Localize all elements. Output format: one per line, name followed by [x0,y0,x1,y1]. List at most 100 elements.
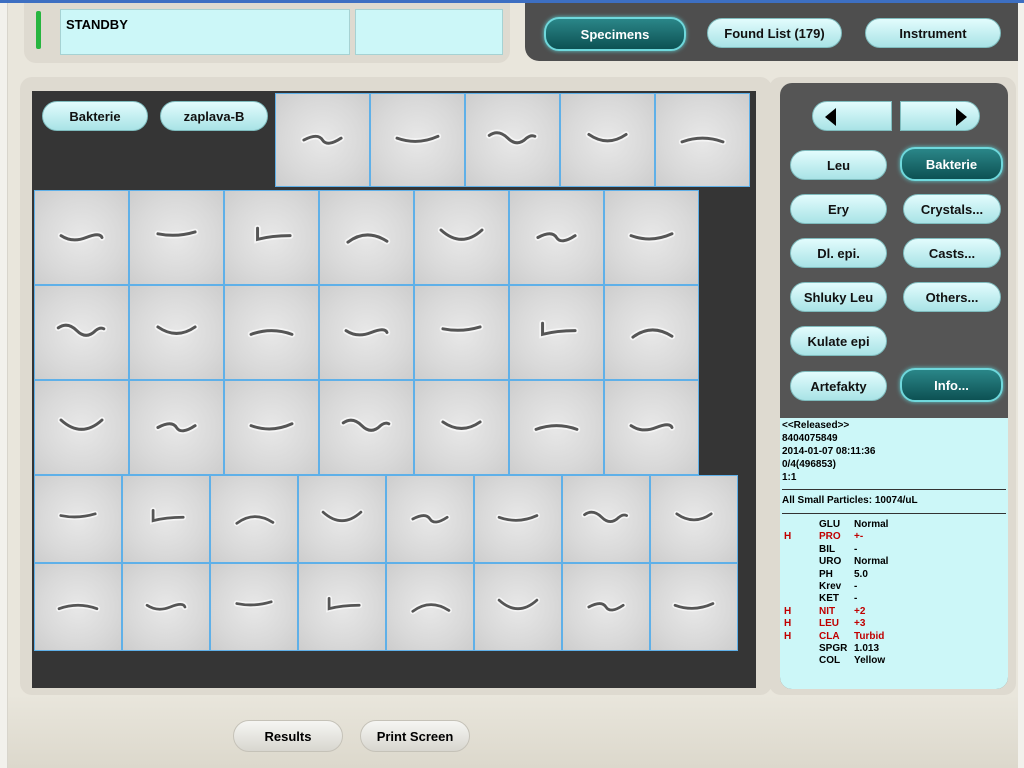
particle-image-tile[interactable] [224,285,319,380]
particle-image-tile[interactable] [414,190,509,285]
particle-image-tile[interactable] [122,563,210,651]
particle-image-tile[interactable] [210,563,298,651]
bacterium-image [485,129,539,146]
results-button[interactable]: Results [233,720,343,752]
particle-image-tile[interactable] [224,190,319,285]
bacterium-image [496,512,540,524]
class-others-button[interactable]: Others... [903,282,1001,312]
particle-image-tile[interactable] [210,475,298,563]
class-dl-epi-button[interactable]: Dl. epi. [790,238,887,268]
particle-image-tile[interactable] [474,563,562,651]
particle-image-tile[interactable] [474,475,562,563]
particle-image-tile[interactable] [298,475,386,563]
particle-image-tile[interactable] [509,190,604,285]
bacterium-image [672,600,716,612]
info-button[interactable]: Info... [900,368,1003,402]
instrument-tab[interactable]: Instrument [865,18,1001,48]
particle-image-tile[interactable] [386,563,474,651]
class-ery-button[interactable]: Ery [790,194,887,224]
bottom-toolbar [8,695,1018,768]
particle-image-tile[interactable] [562,475,650,563]
status-text: STANDBY [60,9,350,55]
analyte-value: +3 [854,618,866,630]
class-tag-button[interactable]: Bakterie [42,101,148,131]
bacterium-image [247,420,296,433]
analyte-name: URO [819,556,842,568]
particle-image-tile[interactable] [650,475,738,563]
particle-image-tile[interactable] [560,93,655,187]
bacterium-image [393,133,442,145]
particle-image-tile[interactable] [509,380,604,475]
particle-image-tile[interactable] [34,563,122,651]
particle-image-tile[interactable] [604,190,699,285]
particle-image-tile[interactable] [34,190,129,285]
particle-image-tile[interactable] [129,285,224,380]
bacterium-image [409,601,452,615]
particle-image-tile[interactable] [562,563,650,651]
analyte-name: Krev [819,581,842,592]
divider [782,513,1006,514]
particle-image-tile[interactable] [122,475,210,563]
particle-image-tile[interactable] [224,380,319,475]
bacterium-image [342,326,391,339]
abnormal-flag: H [784,531,792,543]
analyte-name: NIT [819,605,836,617]
particle-image-tile[interactable] [414,380,509,475]
class-artefakty-button[interactable]: Artefakty [790,371,887,401]
analyte-name: COL [819,655,841,667]
particle-image-tile[interactable] [370,93,465,187]
analyte-value: 1.013 [854,643,880,654]
particle-image-tile[interactable] [319,380,414,475]
particle-image-tile[interactable] [509,285,604,380]
bacterium-image [439,418,484,432]
particle-image-tile[interactable] [604,285,699,380]
bacterium-image [627,230,676,243]
bacterium-image [339,416,393,434]
class-leu-button[interactable]: Leu [790,150,887,180]
particle-image-tile[interactable] [298,563,386,651]
bacterium-image [320,509,364,524]
bacterium-image [678,134,727,146]
bacterium-image [54,321,108,339]
particle-gallery: Bakterie zaplava-B [32,91,756,688]
class-casts-button[interactable]: Casts... [903,238,1001,268]
next-page-button[interactable] [900,101,980,131]
particle-image-tile[interactable] [650,563,738,651]
analyte-value: - [854,543,858,555]
bacterium-image [254,224,294,244]
class-shluky-leu-button[interactable]: Shluky Leu [790,282,887,312]
page-navigation [812,101,980,133]
particle-image-tile[interactable] [465,93,560,187]
bacterium-image [326,595,363,613]
particle-image-tile[interactable] [655,93,750,187]
particle-image-tile[interactable] [414,285,509,380]
bacterium-image [532,422,581,433]
previous-page-button[interactable] [812,101,892,131]
class-kulate-epi-button[interactable]: Kulate epi [790,326,887,356]
class-crystals-button[interactable]: Crystals... [903,194,1001,224]
analyte-name: LEU [819,618,839,630]
analyte-name: KET [819,593,839,605]
particle-image-tile[interactable] [604,380,699,475]
specimens-tab[interactable]: Specimens [544,17,686,51]
particle-image-tile[interactable] [129,190,224,285]
chemistry-row: KET - [782,593,1006,605]
found-list-tab[interactable]: Found List (179) [707,18,842,48]
particle-image-tile[interactable] [386,475,474,563]
status-indicator [36,11,41,49]
print-screen-button[interactable]: Print Screen [360,720,470,752]
particle-image-tile[interactable] [34,475,122,563]
analyte-name: SPGR [819,643,848,654]
top-navigation: Specimens Found List (179) Instrument [525,3,1018,61]
sample-tag-button[interactable]: zaplava-B [160,101,268,131]
particle-image-tile[interactable] [129,380,224,475]
analyte-value: - [854,593,858,605]
bacterium-image [496,597,540,612]
particle-image-tile[interactable] [34,380,129,475]
particle-image-tile[interactable] [34,285,129,380]
class-bakterie-button[interactable]: Bakterie [900,147,1003,181]
particle-image-tile[interactable] [319,190,414,285]
particle-image-tile[interactable] [319,285,414,380]
particle-image-tile[interactable] [275,93,370,187]
bacterium-image [150,507,187,525]
